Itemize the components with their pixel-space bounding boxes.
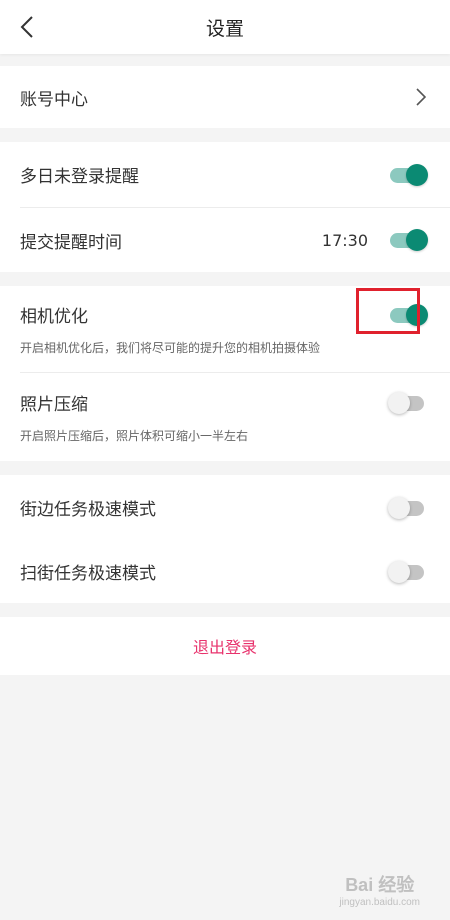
submit-reminder-time-label: 提交提醒时间 bbox=[20, 232, 122, 253]
nav-header: 设置 bbox=[0, 0, 450, 54]
photo-compression-description: 开启照片压缩后，照片体积可缩小一半左右 bbox=[20, 429, 249, 443]
camera-optimization-row: 相机优化 开启相机优化后，我们将尽可能的提升您的相机拍摄体验 bbox=[0, 286, 450, 372]
logout-section: 退出登录 bbox=[0, 617, 450, 675]
street-side-speed-mode-label: 街边任务极速模式 bbox=[20, 500, 156, 520]
chevron-right-icon bbox=[416, 88, 426, 106]
multi-day-reminder-row: 多日未登录提醒 bbox=[0, 142, 450, 207]
watermark-sub-text: jingyan.baidu.com bbox=[339, 897, 420, 908]
toggle-knob bbox=[406, 229, 428, 251]
camera-optimization-description: 开启相机优化后，我们将尽可能的提升您的相机拍摄体验 bbox=[20, 341, 321, 355]
reminder-time-value[interactable]: 17:30 bbox=[322, 231, 368, 250]
speed-mode-section: 街边任务极速模式 扫街任务极速模式 bbox=[0, 475, 450, 603]
street-side-speed-mode-toggle[interactable] bbox=[388, 496, 428, 519]
account-center-label: 账号中心 bbox=[20, 89, 88, 110]
page-title: 设置 bbox=[205, 17, 244, 40]
highlight-box bbox=[356, 288, 420, 334]
multi-day-reminder-label: 多日未登录提醒 bbox=[20, 167, 139, 187]
back-button[interactable] bbox=[12, 12, 42, 42]
toggle-knob bbox=[388, 391, 410, 414]
photo-compression-label: 照片压缩 bbox=[20, 395, 88, 415]
street-scan-speed-mode-toggle[interactable] bbox=[388, 560, 428, 583]
photo-compression-toggle[interactable] bbox=[388, 391, 428, 414]
toggle-knob bbox=[388, 496, 410, 519]
submit-reminder-toggle[interactable] bbox=[388, 229, 428, 251]
toggle-knob bbox=[406, 163, 428, 186]
toggle-knob bbox=[388, 560, 410, 583]
multi-day-reminder-toggle[interactable] bbox=[388, 163, 428, 186]
camera-optimization-label: 相机优化 bbox=[20, 307, 88, 327]
chevron-left-icon bbox=[20, 16, 33, 38]
watermark-main-text: Bai 经验 bbox=[345, 875, 415, 895]
account-section: 账号中心 bbox=[0, 66, 450, 128]
street-scan-speed-mode-row: 扫街任务极速模式 bbox=[0, 540, 450, 603]
logout-button[interactable]: 退出登录 bbox=[0, 617, 450, 675]
watermark-logo: Bai 经验 jingyan.baidu.com bbox=[339, 871, 420, 908]
photo-compression-row: 照片压缩 开启照片压缩后，照片体积可缩小一半左右 bbox=[0, 373, 450, 461]
street-side-speed-mode-row: 街边任务极速模式 bbox=[0, 475, 450, 540]
submit-reminder-time-row: 提交提醒时间 17:30 bbox=[0, 208, 450, 272]
reminder-section: 多日未登录提醒 提交提醒时间 17:30 bbox=[0, 142, 450, 272]
street-scan-speed-mode-label: 扫街任务极速模式 bbox=[20, 564, 156, 584]
media-section: 相机优化 开启相机优化后，我们将尽可能的提升您的相机拍摄体验 照片压缩 开启照片… bbox=[0, 286, 450, 461]
account-center-row[interactable]: 账号中心 bbox=[0, 66, 450, 128]
